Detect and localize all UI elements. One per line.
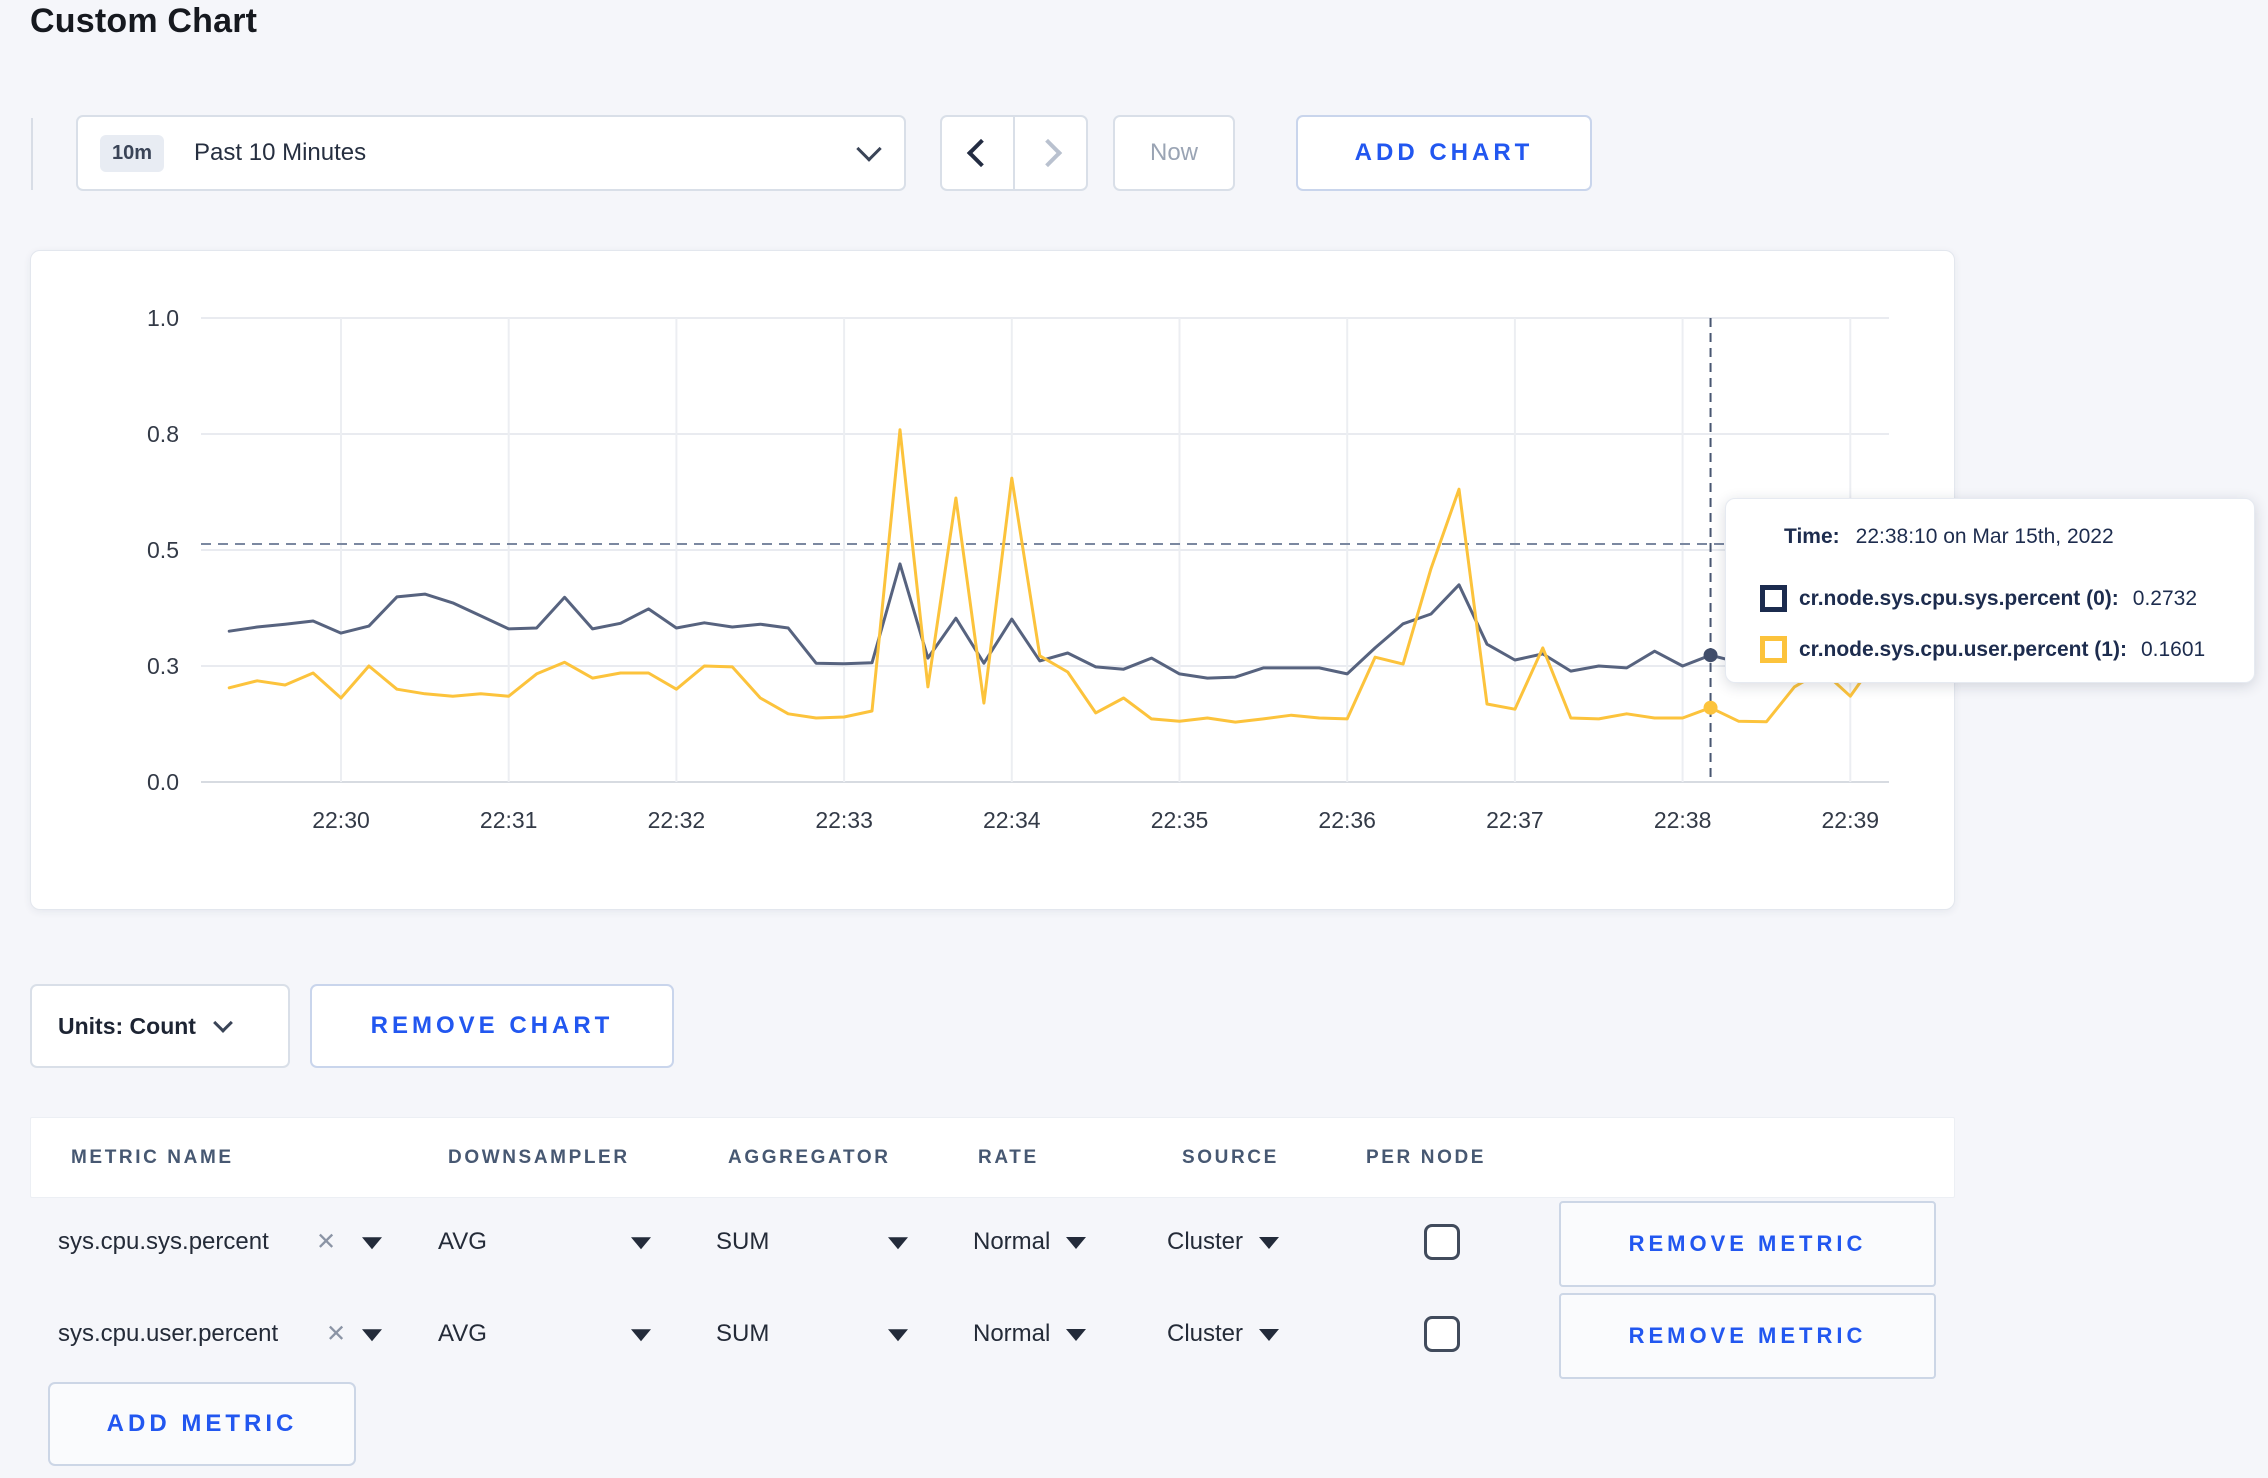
tooltip-time-label: Time: <box>1784 525 1840 548</box>
tooltip-series-value: 0.1601 <box>2140 637 2206 661</box>
svg-text:0.3: 0.3 <box>147 653 179 679</box>
svg-text:22:35: 22:35 <box>1151 807 1209 833</box>
col-header-per-node: PER NODE <box>1366 1146 1487 1168</box>
time-next-button[interactable] <box>1015 117 1086 189</box>
col-header-metric-name: METRIC NAME <box>71 1146 234 1168</box>
rate-dropdown-caret-icon <box>1066 1236 1087 1249</box>
remove-metric-button[interactable]: REMOVE METRIC <box>1559 1293 1936 1379</box>
col-header-rate: RATE <box>978 1146 1039 1168</box>
source-select[interactable]: Cluster <box>1167 1228 1280 1256</box>
downsampler-value[interactable]: AVG <box>438 1228 487 1256</box>
svg-text:22:30: 22:30 <box>312 807 370 833</box>
col-header-source: SOURCE <box>1182 1146 1279 1168</box>
svg-text:22:33: 22:33 <box>815 807 873 833</box>
time-range-select[interactable]: 10m Past 10 Minutes <box>76 115 906 191</box>
page-title: Custom Chart <box>30 2 258 40</box>
add-chart-button[interactable]: ADD CHART <box>1296 115 1592 191</box>
svg-text:0.0: 0.0 <box>147 769 179 795</box>
chevron-right-icon <box>1033 138 1062 168</box>
metric-name-dropdown-caret-icon[interactable] <box>362 1237 382 1250</box>
toolbar-divider <box>31 118 33 190</box>
svg-text:22:34: 22:34 <box>983 807 1041 833</box>
svg-text:22:32: 22:32 <box>648 807 706 833</box>
remove-metric-x-icon[interactable]: ✕ <box>316 1228 336 1257</box>
aggregator-value[interactable]: SUM <box>716 1320 769 1348</box>
tooltip-time-row: Time: 22:38:10 on Mar 15th, 2022 <box>1784 525 2114 549</box>
line-chart[interactable]: 0.0 0.3 0.5 0.8 1.0 22:30 22:31 22:32 22:33 22:34… <box>31 251 1954 909</box>
svg-text:1.0: 1.0 <box>147 305 179 331</box>
svg-text:22:39: 22:39 <box>1822 807 1880 833</box>
metric-name-value[interactable]: sys.cpu.sys.percent <box>58 1228 269 1256</box>
source-dropdown-caret-icon <box>1259 1328 1280 1341</box>
tooltip-series-row: cr.node.sys.cpu.user.percent (1): 0.1601 <box>1760 636 2205 663</box>
chart-hover-tooltip: Time: 22:38:10 on Mar 15th, 2022 cr.node… <box>1725 498 2255 683</box>
svg-text:0.8: 0.8 <box>147 421 179 447</box>
rate-select[interactable]: Normal <box>973 1228 1087 1256</box>
remove-metric-x-icon[interactable]: ✕ <box>326 1320 346 1349</box>
tooltip-time-value: 22:38:10 on Mar 15th, 2022 <box>1855 525 2114 548</box>
rate-dropdown-caret-icon <box>1066 1328 1087 1341</box>
metric-name-value[interactable]: sys.cpu.user.percent <box>58 1320 278 1348</box>
aggregator-value[interactable]: SUM <box>716 1228 769 1256</box>
tooltip-series-name: cr.node.sys.cpu.user.percent (1): <box>1799 637 2127 661</box>
col-header-downsampler: DOWNSAMPLER <box>448 1146 630 1168</box>
time-prev-button[interactable] <box>942 117 1015 189</box>
svg-text:0.5: 0.5 <box>147 537 179 563</box>
add-metric-button[interactable]: ADD METRIC <box>48 1382 356 1466</box>
metric-row: sys.cpu.sys.percent ✕ AVG SUM Normal Clu… <box>30 1196 1953 1288</box>
downsampler-value[interactable]: AVG <box>438 1320 487 1348</box>
aggregator-dropdown-caret-icon[interactable] <box>888 1237 908 1250</box>
aggregator-dropdown-caret-icon[interactable] <box>888 1329 908 1342</box>
source-dropdown-caret-icon <box>1259 1236 1280 1249</box>
per-node-checkbox[interactable] <box>1424 1316 1460 1352</box>
series-swatch-icon <box>1760 585 1787 612</box>
metric-row: sys.cpu.user.percent ✕ AVG SUM Normal Cl… <box>30 1288 1953 1380</box>
downsampler-dropdown-caret-icon[interactable] <box>631 1329 651 1342</box>
tooltip-series-name: cr.node.sys.cpu.sys.percent (0): <box>1799 586 2119 610</box>
time-nav-group <box>940 115 1088 191</box>
series-swatch-icon <box>1760 636 1787 663</box>
tooltip-series-value: 0.2732 <box>2132 586 2198 610</box>
rate-select[interactable]: Normal <box>973 1320 1087 1348</box>
per-node-checkbox[interactable] <box>1424 1224 1460 1260</box>
source-select[interactable]: Cluster <box>1167 1320 1280 1348</box>
chevron-down-icon <box>856 136 882 162</box>
remove-metric-button[interactable]: REMOVE METRIC <box>1559 1201 1936 1287</box>
time-range-label: Past 10 Minutes <box>194 139 367 166</box>
now-button[interactable]: Now <box>1113 115 1235 191</box>
chevron-down-icon <box>213 1013 233 1033</box>
svg-text:22:38: 22:38 <box>1654 807 1712 833</box>
time-range-badge: 10m <box>100 134 165 172</box>
units-label: Units: Count <box>58 1012 196 1039</box>
units-select[interactable]: Units: Count <box>30 984 290 1068</box>
downsampler-dropdown-caret-icon[interactable] <box>631 1237 651 1250</box>
metric-name-dropdown-caret-icon[interactable] <box>362 1329 382 1342</box>
chart-card: 0.0 0.3 0.5 0.8 1.0 22:30 22:31 22:32 22:33 22:34… <box>30 250 1955 910</box>
metrics-table-header: METRIC NAME DOWNSAMPLER AGGREGATOR RATE … <box>30 1117 1955 1198</box>
tooltip-series-row: cr.node.sys.cpu.sys.percent (0): 0.2732 <box>1760 585 2197 612</box>
remove-chart-button[interactable]: REMOVE CHART <box>310 984 674 1068</box>
svg-text:22:37: 22:37 <box>1486 807 1544 833</box>
svg-text:22:36: 22:36 <box>1318 807 1376 833</box>
chevron-left-icon <box>966 138 995 168</box>
svg-text:22:31: 22:31 <box>480 807 538 833</box>
col-header-aggregator: AGGREGATOR <box>728 1146 891 1168</box>
